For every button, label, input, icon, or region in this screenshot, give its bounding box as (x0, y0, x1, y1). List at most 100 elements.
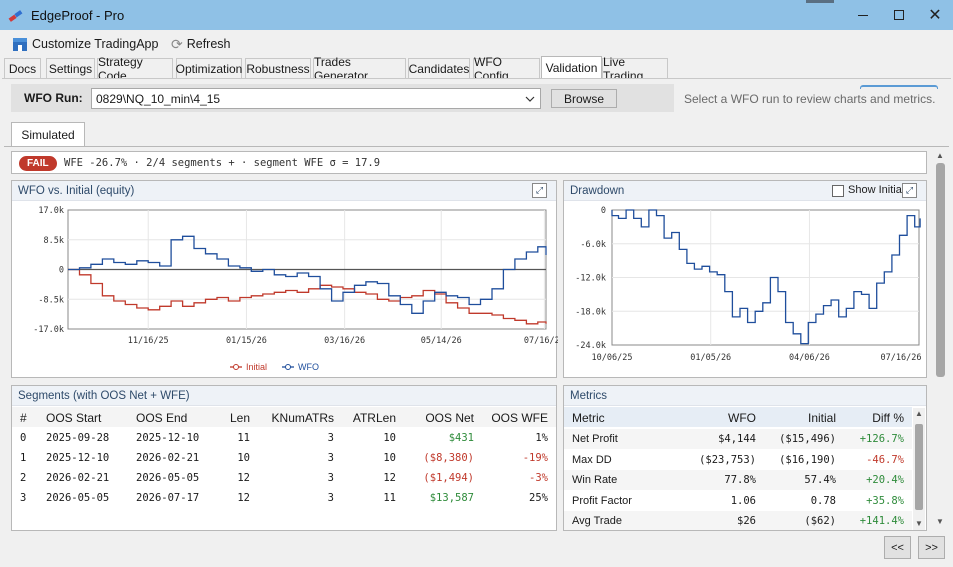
app-logo-icon (8, 10, 23, 22)
metric-cell: -46.7% (866, 453, 904, 466)
segment-cell: 0 (20, 432, 27, 444)
tab-validation[interactable]: Validation (541, 56, 602, 78)
metric-row[interactable]: Profit Factor 1.06 0.78 +35.8% (564, 491, 912, 511)
y-tick-label: -8.5k (38, 295, 64, 305)
wfo-run-label: WFO Run: (24, 91, 83, 105)
segment-cell: 1% (535, 432, 548, 444)
drawdown-chart-panel: Drawdown Show Initial ⤢ 0 -6.0k -12.0k -18.… (563, 180, 927, 378)
col-header: Initial (807, 411, 836, 425)
segment-cell: ($8,380) (423, 452, 474, 464)
show-initial-checkbox[interactable] (832, 185, 844, 197)
tab-robustness[interactable]: Robustness (245, 58, 311, 78)
segment-cell: 2025-12-10 (46, 452, 110, 464)
metric-cell: 57.4% (804, 474, 836, 486)
prev-button[interactable]: << (884, 536, 911, 559)
toolbar: Customize TradingApp ⟳ Refresh (0, 30, 953, 56)
expand-icon: ⤢ (905, 185, 914, 195)
refresh-menu-item[interactable]: ⟳ Refresh (171, 34, 231, 54)
metric-cell: ($23,753) (699, 453, 756, 466)
metric-cell: ($16,190) (779, 453, 836, 466)
metrics-scroll-thumb[interactable] (915, 424, 923, 510)
tab-trades-generator[interactable]: Trades Generator (313, 55, 406, 83)
customize-label: Customize TradingApp (32, 37, 159, 51)
metrics-header: Metrics (564, 386, 926, 406)
browse-button[interactable]: Browse (551, 89, 617, 108)
expand-equity-button[interactable]: ⤢ (532, 183, 547, 198)
metric-cell: 77.8% (724, 474, 756, 486)
metric-cell: $26 (737, 515, 756, 527)
legend-label-wfo: WFO (298, 362, 319, 372)
status-text: WFE -26.7% · 2/4 segments + · segment WF… (64, 157, 381, 169)
metrics-scrollbar[interactable]: ▲ ▼ (913, 408, 925, 530)
x-tick-label: 05/14/26 (421, 336, 462, 346)
segment-cell: 2026-02-21 (46, 472, 110, 484)
tab-optimization[interactable]: Optimization (176, 58, 242, 78)
minimize-button[interactable] (846, 0, 880, 30)
metric-cell: 1.06 (730, 494, 756, 507)
y-tick-label: -17.0k (33, 325, 64, 335)
chevron-down-icon (525, 96, 535, 102)
segment-cell: $13,587 (429, 492, 474, 504)
x-tick-label: 11/16/25 (128, 336, 169, 346)
main-scroll-thumb[interactable] (936, 163, 945, 377)
segment-cell: ($1,494) (423, 472, 474, 484)
tab-docs[interactable]: Docs (4, 58, 41, 78)
metric-row[interactable]: Max DD ($23,753) ($16,190) -46.7% (564, 450, 912, 470)
segment-cell: 3 (327, 432, 334, 444)
segment-cell: 3 (327, 452, 334, 464)
segment-cell: 12 (237, 472, 250, 484)
metric-row[interactable]: Net Profit $4,144 ($15,496) +126.7% (564, 429, 912, 449)
drawdown-chart-header: Drawdown Show Initial ⤢ (564, 181, 926, 201)
col-header: OOS End (136, 411, 188, 425)
subtab-divider (4, 146, 949, 147)
metric-row[interactable]: Avg Trade $26 ($62) +141.4% (564, 511, 912, 530)
equity-chart-panel: WFO vs. Initial (equity) ⤢ 17.0k 8.5k 0 -8.… (11, 180, 558, 378)
segment-row[interactable]: 3 2026-05-05 2026-07-17 12 3 11 $13,587 25% (12, 488, 556, 508)
tab-live-trading[interactable]: Live Trading (602, 55, 668, 83)
metric-row[interactable]: Win Rate 77.8% 57.4% +20.4% (564, 470, 912, 490)
minimize-icon (858, 14, 868, 16)
expand-drawdown-button[interactable]: ⤢ (902, 183, 917, 198)
next-button[interactable]: >> (918, 536, 945, 559)
maximize-button[interactable] (882, 0, 916, 30)
legend-marker-initial (233, 364, 239, 370)
segment-cell: -3% (529, 472, 548, 484)
equity-chart: 17.0k 8.5k 0 -8.5k -17.0k 11/16/25 01/15/26 03/… (33, 206, 558, 372)
metric-cell: Net Profit (572, 433, 618, 445)
metric-cell: ($15,496) (779, 433, 836, 445)
tab-settings[interactable]: Settings (46, 58, 95, 78)
scroll-down-icon: ▼ (936, 517, 944, 526)
tab-simulated[interactable]: Simulated (11, 122, 85, 146)
metrics-panel: Metrics Metric WFO Initial Diff % Net Pr… (563, 385, 927, 531)
equity-chart-title: WFO vs. Initial (equity) (18, 184, 135, 197)
x-tick-label: 10/06/25 (592, 353, 633, 363)
hidden-button-edge (860, 85, 938, 89)
status-bar: FAIL WFE -26.7% · 2/4 segments + · segme… (11, 151, 927, 174)
tab-strategy-code[interactable]: Strategy Code (97, 55, 173, 83)
close-icon: ✕ (928, 7, 942, 24)
main-scrollbar[interactable]: ▲ ▼ (933, 149, 947, 531)
scroll-up-icon: ▲ (915, 409, 923, 418)
segment-cell: 2025-12-10 (136, 432, 200, 444)
segment-row[interactable]: 2 2026-02-21 2026-05-05 12 3 12 ($1,494) -3% (12, 468, 556, 488)
segment-cell: $431 (448, 432, 474, 444)
segments-header: Segments (with OOS Net + WFE) (12, 386, 556, 406)
metric-cell: Win Rate (572, 474, 618, 486)
segment-cell: 1 (20, 452, 27, 464)
tab-wfo-config[interactable]: WFO Config (473, 55, 540, 83)
x-tick-label: 03/16/26 (324, 336, 365, 346)
title-bar: EdgeProof - Pro ✕ (0, 0, 953, 30)
metric-cell: +35.8% (866, 494, 904, 507)
y-tick-label: -24.0k (575, 341, 606, 351)
tab-candidates[interactable]: Candidates (408, 58, 470, 78)
segment-cell: 3 (20, 492, 27, 504)
x-tick-label: 01/05/26 (690, 353, 731, 363)
wfo-run-select[interactable]: 0829\NQ_10_min\4_15 (91, 88, 541, 109)
y-tick-label: -12.0k (575, 274, 606, 284)
y-tick-label: 8.5k (44, 236, 64, 246)
segment-row[interactable]: 0 2025-09-28 2025-12-10 11 3 10 $431 1% (12, 428, 556, 448)
customize-menu-item[interactable]: Customize TradingApp (12, 34, 158, 54)
close-button[interactable]: ✕ (918, 0, 952, 30)
segment-row[interactable]: 1 2025-12-10 2026-02-21 10 3 10 ($8,380) -19% (12, 448, 556, 468)
title-accent (806, 0, 834, 3)
